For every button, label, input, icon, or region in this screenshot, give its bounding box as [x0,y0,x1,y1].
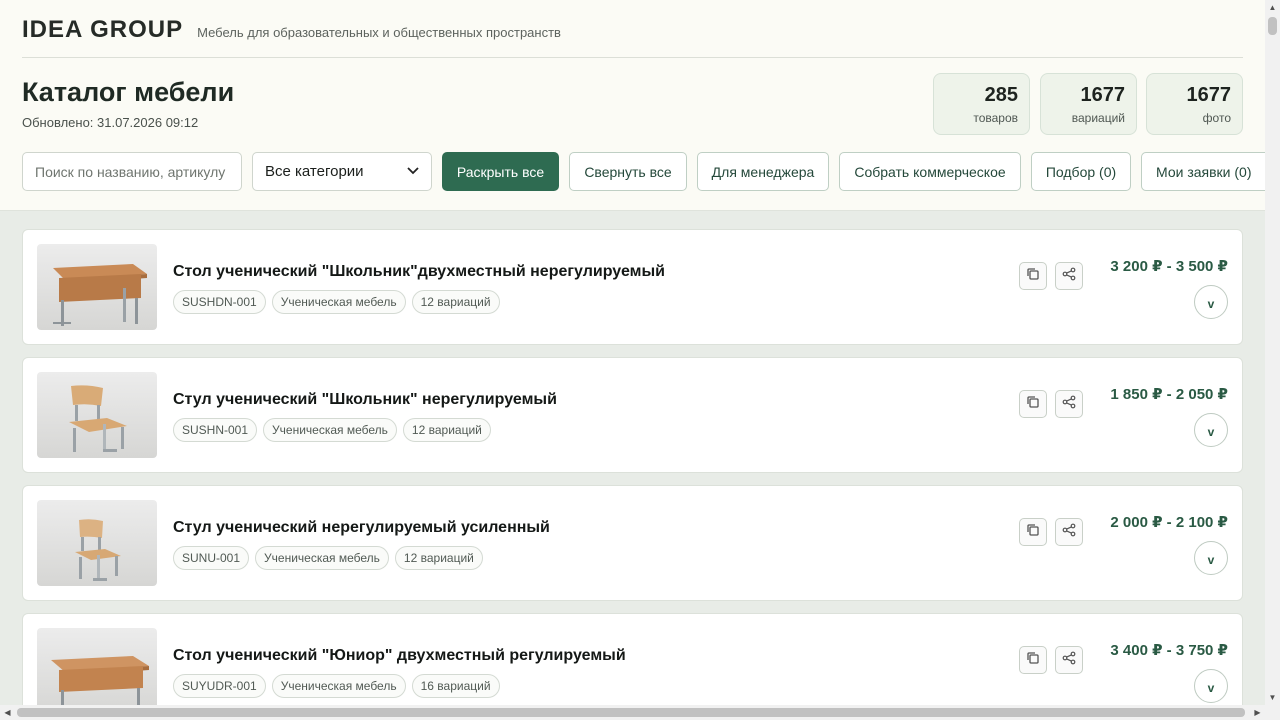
page-title: Каталог мебели [22,77,235,107]
copy-button[interactable] [1019,518,1047,546]
stat-products: 285 товаров [933,73,1030,135]
vertical-scrollbar[interactable]: ▲ ▼ [1265,0,1280,705]
expand-button[interactable]: v [1194,541,1228,575]
product-image-desk [37,628,157,714]
category-badge: Ученическая мебель [263,418,397,442]
scroll-down-arrow-icon[interactable]: ▼ [1265,690,1280,705]
product-card: Стул ученический "Школьник" нерегулируем… [22,357,1243,473]
tagline: Мебель для образовательных и общественны… [197,25,561,40]
expand-button[interactable]: v [1194,669,1228,703]
scrollbar-thumb[interactable] [17,708,1245,717]
product-tags: SUYUDR-001 Ученическая мебель 16 вариаци… [173,674,500,698]
share-icon [1062,651,1076,670]
share-button[interactable] [1055,646,1083,674]
horizontal-scrollbar[interactable]: ◀ ▶ [0,705,1280,720]
copy-icon [1026,395,1040,414]
copy-button[interactable] [1019,390,1047,418]
scrollbar-thumb[interactable] [1268,17,1277,35]
product-tags: SUSHDN-001 Ученическая мебель 12 вариаци… [173,290,500,314]
variations-badge: 12 вариаций [394,546,483,570]
chevron-down-icon [407,166,419,178]
product-tags: SUSHN-001 Ученическая мебель 12 вариаций [173,418,491,442]
share-icon [1062,523,1076,542]
product-image-chair [37,500,157,586]
collapse-all-button[interactable]: Свернуть все [569,152,687,191]
category-select[interactable]: Все категории [252,152,432,191]
product-name[interactable]: Стул ученический нерегулируемый усиленны… [173,519,550,537]
price-range: 3 400 ₽ - 3 750 ₽ [1110,642,1228,659]
copy-icon [1026,651,1040,670]
category-badge: Ученическая мебель [271,290,406,314]
copy-icon [1026,267,1040,286]
stat-value: 1677 [1080,84,1126,106]
brand-row: IDEA GROUP Мебель для образовательных и … [22,16,561,44]
share-icon [1062,395,1076,414]
product-image-chair [37,372,157,458]
category-select-value: Все категории [265,163,364,180]
product-card: Стул ученический нерегулируемый усиленны… [22,485,1243,601]
updated-timestamp: Обновлено: 31.07.2026 09:12 [22,115,199,130]
product-name[interactable]: Стол ученический "Юниор" двухместный рег… [173,647,626,665]
category-badge: Ученическая мебель [271,674,406,698]
share-button[interactable] [1055,262,1083,290]
price-range: 1 850 ₽ - 2 050 ₽ [1110,386,1228,403]
copy-icon [1026,523,1040,542]
for-manager-button[interactable]: Для менеджера [697,152,829,191]
stat-value: 285 [984,84,1018,106]
product-tags: SUNU-001 Ученическая мебель 12 вариаций [173,546,483,570]
share-button[interactable] [1055,518,1083,546]
copy-button[interactable] [1019,262,1047,290]
stat-value: 1677 [1186,84,1232,106]
expand-button[interactable]: v [1194,285,1228,319]
expand-button[interactable]: v [1194,413,1228,447]
my-requests-button[interactable]: Мои заявки (0) [1141,152,1265,191]
scroll-left-arrow-icon[interactable]: ◀ [0,705,15,720]
selection-button[interactable]: Подбор (0) [1031,152,1131,191]
product-card: Стол ученический "Юниор" двухместный рег… [22,613,1243,720]
share-icon [1062,267,1076,286]
sku-badge: SUNU-001 [173,546,250,570]
expand-all-button[interactable]: Раскрыть все [442,152,559,191]
scroll-right-arrow-icon[interactable]: ▶ [1250,705,1265,720]
variations-badge: 12 вариаций [411,290,500,314]
product-name[interactable]: Стул ученический "Школьник" нерегулируем… [173,391,557,409]
header-divider [22,57,1243,58]
price-range: 2 000 ₽ - 2 100 ₽ [1110,514,1228,531]
price-range: 3 200 ₽ - 3 500 ₽ [1110,258,1228,275]
sku-badge: SUSHN-001 [173,418,258,442]
stat-label: фото [1202,111,1231,125]
header: IDEA GROUP Мебель для образовательных и … [0,0,1265,211]
stat-label: товаров [973,111,1018,125]
share-button[interactable] [1055,390,1083,418]
build-offer-button[interactable]: Собрать коммерческое [839,152,1021,191]
stat-photos: 1677 фото [1146,73,1243,135]
variations-badge: 12 вариаций [402,418,491,442]
variations-badge: 16 вариаций [411,674,500,698]
sku-badge: SUYUDR-001 [173,674,266,698]
sku-badge: SUSHDN-001 [173,290,266,314]
stat-label: вариаций [1071,111,1125,125]
scroll-up-arrow-icon[interactable]: ▲ [1265,0,1280,15]
product-card: Стол ученический "Школьник"двухместный н… [22,229,1243,345]
brand-logo: IDEA GROUP [22,16,184,43]
search-input[interactable] [22,152,242,191]
category-badge: Ученическая мебель [255,546,389,570]
product-name[interactable]: Стол ученический "Школьник"двухместный н… [173,263,665,281]
copy-button[interactable] [1019,646,1047,674]
product-image-desk [37,244,157,330]
stat-variations: 1677 вариаций [1040,73,1137,135]
